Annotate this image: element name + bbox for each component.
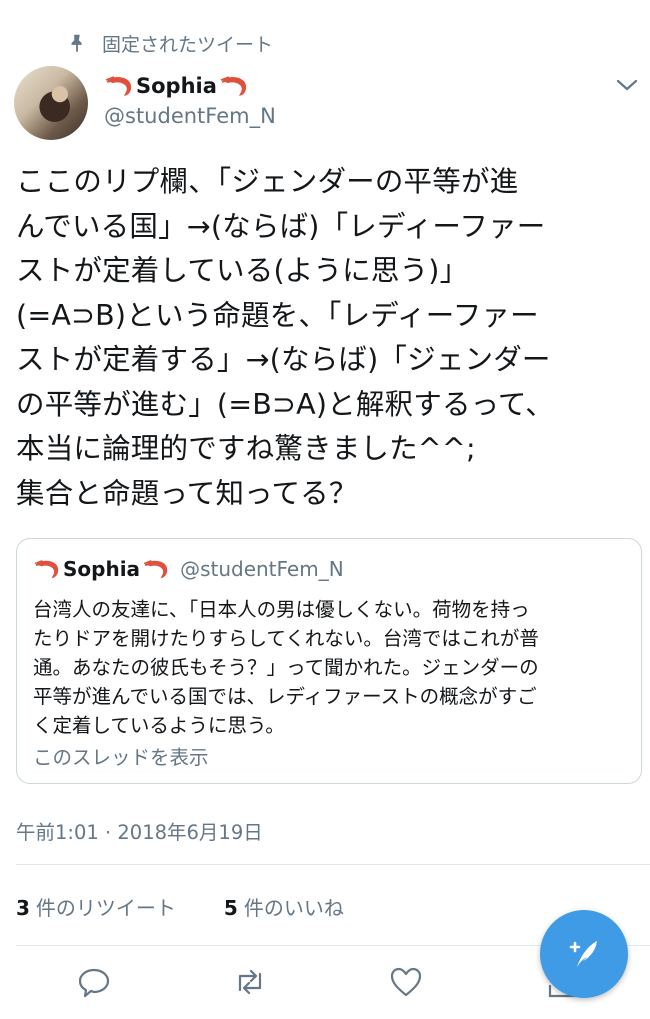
reply-icon[interactable]	[74, 960, 114, 1004]
shrimp-icon	[219, 73, 249, 99]
like-count-label: 件のいいね	[243, 896, 344, 920]
compose-tweet-button[interactable]	[540, 910, 628, 998]
author-handle[interactable]: @studentFem_N	[104, 104, 276, 128]
like-count-link[interactable]: 5 件のいいね	[224, 892, 344, 921]
retweet-icon[interactable]	[230, 960, 270, 1004]
pinned-label-text: 固定されたツイート	[102, 33, 274, 56]
pinned-tweet-label: 固定されたツイート	[66, 30, 273, 56]
quoted-author-handle: @studentFem_N	[180, 557, 344, 581]
chevron-down-icon[interactable]	[614, 76, 640, 94]
retweet-count-link[interactable]: 3 件のリツイート	[16, 892, 176, 921]
retweet-count-label: 件のリツイート	[35, 896, 176, 920]
show-thread-link[interactable]: このスレッドを表示	[33, 741, 209, 770]
tweet-stats: 3 件のリツイート 5 件のいいね	[16, 892, 392, 921]
quoted-author-name: Sophia	[63, 557, 141, 581]
quoted-tweet-text: 台湾人の友達に、「日本人の男は優しくない。荷物を持っ たりドアを開けたりすらして…	[33, 598, 539, 737]
like-count: 5	[223, 896, 238, 920]
shrimp-icon	[33, 557, 61, 581]
quoted-tweet[interactable]: Sophia @studentFem_N 台湾人の友達に、「日本人の男は優しくな…	[16, 538, 642, 784]
shrimp-icon	[142, 557, 170, 581]
tweet-text: ここのリプ欄、「ジェンダーの平等が進 んでいる国」→(ならば)「レディーファー …	[16, 165, 554, 510]
compose-tweet-icon	[563, 933, 605, 975]
pin-icon	[66, 32, 88, 54]
retweet-count: 3	[16, 896, 30, 920]
tweet-timestamp: 午前1:01 · 2018年6月19日	[16, 821, 263, 844]
author-name[interactable]: Sophia	[136, 74, 217, 98]
heart-icon[interactable]	[386, 960, 426, 1004]
avatar[interactable]	[14, 66, 88, 140]
tweet-author[interactable]: Sophia @studentFem_N	[104, 70, 276, 128]
shrimp-icon	[104, 73, 134, 99]
divider	[16, 864, 650, 865]
